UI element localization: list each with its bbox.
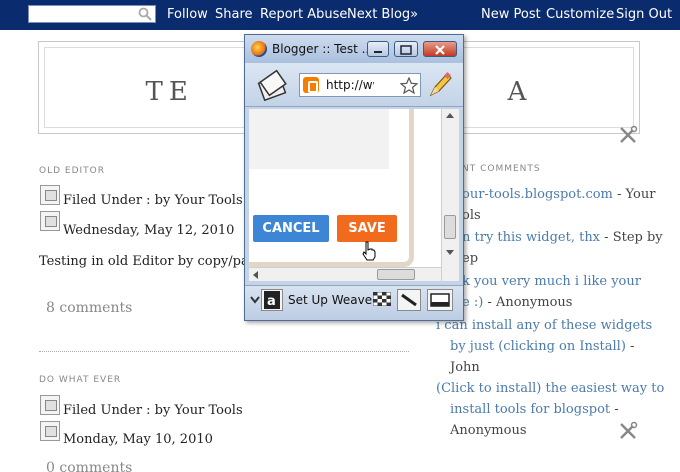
- blogger-navbar: Follow Share Report Abuse Next Blog» New…: [0, 0, 680, 30]
- browser-toolbar: http://www.blogger.com: [245, 63, 463, 107]
- maximize-icon: [400, 45, 412, 55]
- svg-text:a: a: [267, 294, 276, 309]
- tool-button[interactable]: [397, 289, 421, 311]
- status-text[interactable]: Set Up Weave...: [288, 293, 384, 307]
- comments-link[interactable]: 0 comments: [46, 460, 132, 472]
- hand-cursor-icon: [362, 241, 376, 261]
- vertical-scroll-thumb[interactable]: [444, 215, 456, 239]
- post-image-icon: [40, 211, 60, 231]
- new-post-link[interactable]: New Post: [481, 7, 541, 22]
- comment-text[interactable]: our-tools.blogspot.com: [462, 187, 613, 202]
- post-image-icon: [40, 185, 60, 205]
- close-button[interactable]: [423, 41, 457, 57]
- recent-comment: i can install any of these widgets by ju…: [436, 318, 653, 375]
- horizontal-scroll-thumb[interactable]: [377, 269, 415, 280]
- scroll-up-arrow-icon[interactable]: [445, 111, 455, 119]
- horizontal-scrollbar[interactable]: [249, 267, 441, 281]
- firefox-icon: [251, 41, 267, 57]
- checker-icon[interactable]: [373, 292, 391, 306]
- maximize-button[interactable]: [394, 41, 418, 57]
- customize-link[interactable]: Customize: [546, 7, 614, 22]
- close-icon: [435, 45, 445, 55]
- recent-comment: k you very much i like your e :) - Anony…: [462, 274, 641, 310]
- report-abuse-link[interactable]: Report Abuse: [260, 7, 347, 22]
- blogger-favicon: [303, 77, 319, 93]
- minimize-button[interactable]: [367, 41, 389, 57]
- follow-link[interactable]: Follow: [167, 7, 208, 22]
- post-date: Wednesday, May 12, 2010: [63, 223, 235, 238]
- comments-link[interactable]: 8 comments: [46, 300, 132, 316]
- comment-text[interactable]: i can install any of these widgets: [436, 318, 652, 333]
- panel-button[interactable]: [427, 289, 453, 311]
- post-image-icon: [40, 395, 60, 415]
- filed-under: Filed Under : by Your Tools: [63, 403, 243, 418]
- scroll-left-arrow-icon[interactable]: [251, 270, 259, 280]
- cancel-button[interactable]: CANCEL: [253, 215, 329, 242]
- popup-content: CANCEL SAVE: [249, 109, 441, 281]
- web-clips-icon[interactable]: [255, 69, 289, 101]
- post-divider: [39, 351, 409, 352]
- next-blog-link[interactable]: Next Blog»: [347, 7, 418, 22]
- status-bar: a Set Up Weave...: [245, 285, 463, 320]
- scroll-down-arrow-icon[interactable]: [445, 249, 455, 257]
- edit-widget-icon[interactable]: [618, 421, 638, 441]
- filed-under: Filed Under : by Your Tools: [63, 193, 243, 208]
- vertical-scrollbar[interactable]: [441, 109, 459, 281]
- post-date: Monday, May 10, 2010: [63, 432, 213, 447]
- sign-out-link[interactable]: Sign Out: [616, 7, 672, 22]
- edit-header-icon[interactable]: [618, 125, 638, 145]
- url-text: http://www.blogger.com: [326, 78, 374, 92]
- window-titlebar[interactable]: Blogger :: Test ...: [245, 35, 463, 63]
- post-image-icon: [40, 421, 60, 441]
- date-header: OLD EDITOR: [39, 166, 105, 176]
- date-header: DO WHAT EVER: [39, 375, 122, 385]
- comment-text[interactable]: n try this widget, thx: [462, 230, 600, 245]
- recent-comment: n try this widget, thx - Step by ep: [462, 230, 663, 266]
- sidebar-panel-icon: [430, 293, 450, 307]
- share-link[interactable]: Share: [215, 7, 253, 22]
- comment-text[interactable]: k you very much i like your: [462, 274, 641, 289]
- search-icon[interactable]: [138, 7, 152, 21]
- bookmark-star-icon[interactable]: [400, 77, 418, 94]
- post-body: Testing in old Editor by copy/paste r: [39, 254, 279, 269]
- letter-a-icon: a: [264, 291, 280, 309]
- addon-icon[interactable]: a: [261, 289, 283, 311]
- comment-text[interactable]: (Click to install) the easiest way to: [436, 381, 664, 396]
- save-button[interactable]: SAVE: [337, 215, 397, 242]
- window-title: Blogger :: Test ...: [272, 42, 374, 56]
- dialog-frame: [249, 109, 414, 267]
- pencil-icon[interactable]: [427, 71, 453, 99]
- search-input[interactable]: [28, 5, 156, 23]
- wand-icon: [401, 293, 417, 307]
- browser-popup-window[interactable]: Blogger :: Test ... http://www.blogger.c…: [244, 34, 464, 321]
- chevron-down-icon[interactable]: [250, 295, 260, 305]
- sidebar-heading: NT COMMENTS: [462, 164, 541, 174]
- minimize-icon: [374, 51, 382, 53]
- url-bar[interactable]: http://www.blogger.com: [299, 73, 421, 97]
- recent-comment: our-tools.blogspot.com - Your ols: [462, 187, 656, 223]
